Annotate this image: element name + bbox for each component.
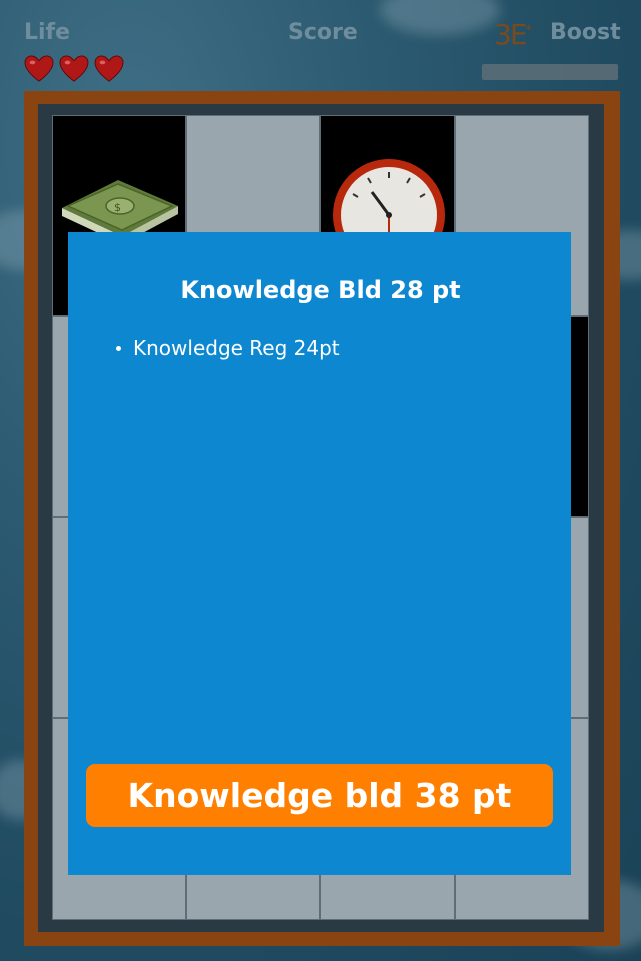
score-label: Score: [288, 20, 358, 45]
background-cloud: [380, 0, 500, 35]
heart-icon: [59, 55, 89, 82]
lives-indicator: [24, 55, 124, 83]
boost-label: Boost: [550, 20, 621, 45]
boost-meter: [482, 64, 618, 80]
heart-icon: [94, 55, 124, 82]
clock-icon: [333, 159, 445, 238]
svg-text:$: $: [114, 201, 121, 214]
dialog-bullet-item: Knowledge Reg 24pt: [116, 336, 340, 360]
bullet-dot-icon: [116, 345, 121, 351]
dialog-title: Knowledge Bld 28 pt: [180, 276, 461, 304]
heart-icon: [24, 55, 54, 82]
brand-logo: 3E*: [494, 18, 532, 51]
life-label: Life: [24, 20, 71, 45]
dialog-bullet-text: Knowledge Reg 24pt: [133, 336, 340, 360]
dialog-action-button[interactable]: Knowledge bld 38 pt: [86, 764, 553, 827]
